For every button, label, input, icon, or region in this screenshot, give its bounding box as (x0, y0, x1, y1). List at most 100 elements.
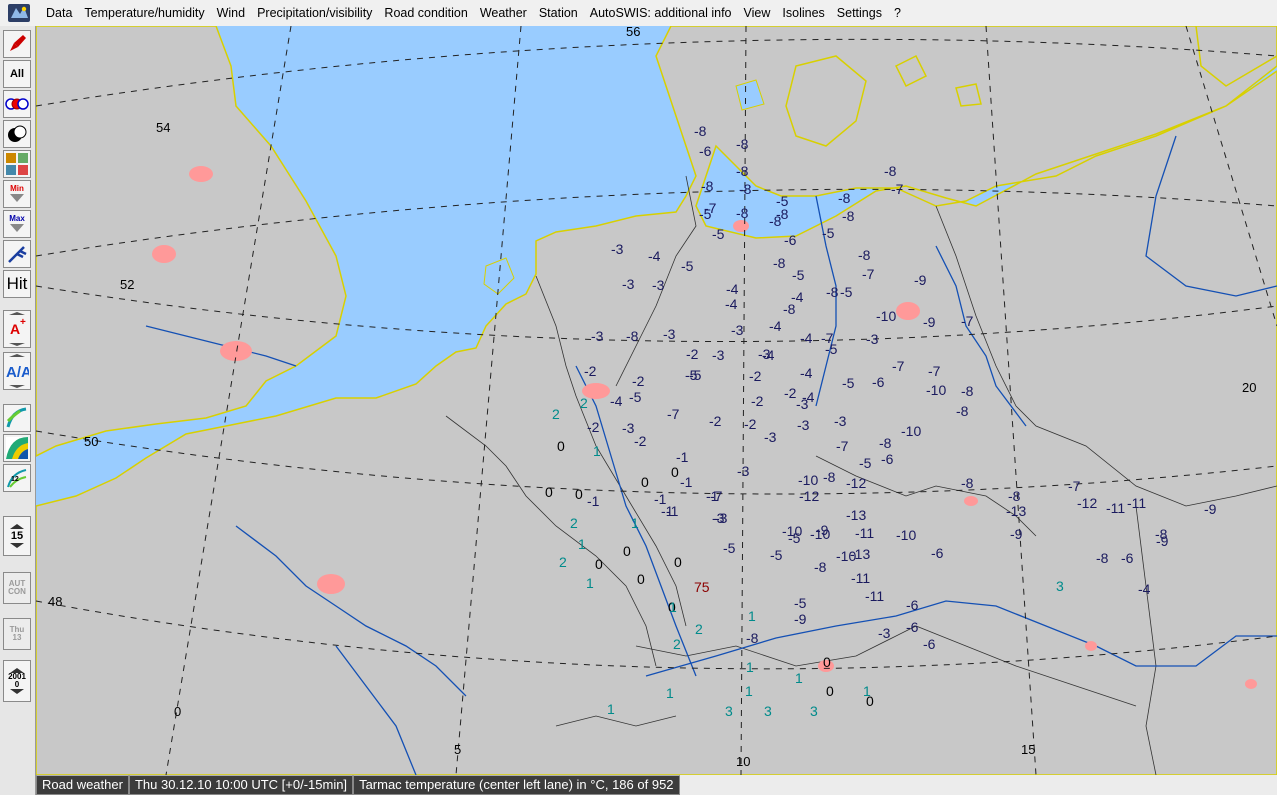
station-value[interactable]: -7 (1068, 478, 1081, 494)
minimum-button[interactable]: Min (3, 180, 31, 208)
labeled-isolines-button[interactable]: 12 (3, 464, 31, 492)
station-value[interactable]: 1 (745, 683, 753, 699)
station-value[interactable]: 0 (557, 438, 565, 454)
station-value[interactable]: -8 (1096, 550, 1109, 566)
station-value[interactable]: -8 (736, 136, 749, 152)
station-value[interactable]: -3 (611, 241, 624, 257)
station-value[interactable]: -2 (744, 416, 757, 432)
station-value[interactable]: -8 (736, 163, 749, 179)
station-value[interactable]: -10 (836, 548, 856, 564)
station-value[interactable]: -1 (587, 493, 600, 509)
station-value[interactable]: -4 (800, 365, 813, 381)
station-value[interactable]: -5 (689, 367, 702, 383)
station-value[interactable]: -8 (858, 247, 871, 263)
station-value[interactable]: -8 (1155, 526, 1168, 542)
station-value[interactable]: -5 (825, 341, 838, 357)
station-value[interactable]: -5 (840, 284, 853, 300)
station-value[interactable]: -2 (584, 363, 597, 379)
station-value[interactable]: -6 (1121, 550, 1134, 566)
station-value[interactable]: 1 (607, 701, 615, 717)
station-value[interactable]: -7 (710, 488, 723, 504)
station-value[interactable]: 2 (559, 554, 567, 570)
station-value[interactable]: -3 (715, 510, 728, 526)
station-value[interactable]: 1 (586, 575, 594, 591)
station-value[interactable]: -10 (901, 423, 921, 439)
station-value[interactable]: 1 (795, 670, 803, 686)
station-value[interactable]: -5 (842, 375, 855, 391)
station-value[interactable]: 3 (810, 703, 818, 719)
station-value[interactable]: -3 (866, 331, 879, 347)
station-value[interactable]: -3 (878, 625, 891, 641)
station-value[interactable]: -8 (826, 284, 839, 300)
menu-settings[interactable]: Settings (831, 6, 888, 20)
station-value[interactable]: -10 (896, 527, 916, 543)
menu-weather[interactable]: Weather (474, 6, 533, 20)
station-value[interactable]: -12 (799, 488, 819, 504)
station-value[interactable]: -3 (663, 326, 676, 342)
station-value[interactable]: -2 (751, 393, 764, 409)
menu-view[interactable]: View (738, 6, 777, 20)
year-selector[interactable]: 2001 0 (3, 660, 31, 702)
station-value[interactable]: -12 (1077, 495, 1097, 511)
station-value[interactable]: 0 (674, 554, 682, 570)
station-value[interactable]: -2 (709, 413, 722, 429)
station-value[interactable]: -3 (796, 396, 809, 412)
station-value[interactable]: -9 (1204, 501, 1217, 517)
station-value[interactable]: -8 (961, 475, 974, 491)
station-value[interactable]: -3 (652, 277, 665, 293)
station-value[interactable]: -6 (784, 232, 797, 248)
pen-tool-button[interactable] (3, 30, 31, 58)
station-value[interactable]: 1 (631, 515, 639, 531)
isolines-map-button[interactable] (3, 404, 31, 432)
station-value[interactable]: -5 (792, 267, 805, 283)
shaded-map-button[interactable] (3, 434, 31, 462)
station-value[interactable]: -4 (769, 318, 782, 334)
station-value[interactable]: -7 (836, 438, 849, 454)
station-value[interactable]: -3 (834, 413, 847, 429)
station-value[interactable]: -9 (914, 272, 927, 288)
station-value[interactable]: -6 (699, 143, 712, 159)
station-value[interactable]: -2 (632, 373, 645, 389)
station-value[interactable]: 1 (748, 608, 756, 624)
station-value[interactable]: 1 (746, 659, 754, 675)
station-value[interactable]: -13 (1006, 503, 1026, 519)
station-value[interactable]: -11 (1106, 500, 1125, 516)
station-value[interactable]: -8 (773, 255, 786, 271)
station-value[interactable]: -5 (822, 225, 835, 241)
station-value[interactable]: -2 (749, 368, 762, 384)
station-value[interactable]: -10 (810, 526, 830, 542)
station-value[interactable]: -8 (838, 190, 851, 206)
station-value[interactable]: 0 (641, 474, 649, 490)
time-step-selector[interactable]: 15 (3, 516, 31, 556)
station-value[interactable]: -8 (842, 208, 855, 224)
station-value[interactable]: 2 (695, 621, 703, 637)
station-value[interactable]: -4 (762, 347, 775, 363)
app-logo-icon[interactable] (6, 2, 32, 24)
station-value[interactable]: -12 (846, 475, 866, 491)
station-value[interactable]: -2 (784, 385, 797, 401)
station-value[interactable]: -8 (814, 559, 827, 575)
station-value[interactable]: -4 (726, 281, 739, 297)
station-value[interactable]: -11 (865, 588, 884, 604)
station-value[interactable]: 2 (552, 406, 560, 422)
station-value[interactable]: 2 (570, 515, 578, 531)
station-value[interactable]: 0 (623, 543, 631, 559)
station-value[interactable]: -8 (769, 213, 782, 229)
station-value[interactable]: -3 (731, 322, 744, 338)
station-value[interactable]: -3 (622, 276, 635, 292)
station-value[interactable]: -4 (610, 393, 623, 409)
station-value[interactable]: -8 (746, 630, 759, 646)
station-value[interactable]: -13 (846, 507, 866, 523)
station-value[interactable]: -8 (1008, 488, 1021, 504)
menu-wind[interactable]: Wind (211, 6, 251, 20)
contrast-button[interactable] (3, 120, 31, 148)
station-value[interactable]: -5 (681, 258, 694, 274)
station-value[interactable]: -5 (794, 595, 807, 611)
menu-help[interactable]: ? (888, 6, 907, 20)
station-value[interactable]: -4 (1138, 581, 1151, 597)
station-value[interactable]: -10 (876, 308, 896, 324)
station-value[interactable]: -8 (739, 181, 752, 197)
station-value[interactable]: -7 (892, 358, 905, 374)
station-value[interactable]: -7 (961, 313, 974, 329)
station-value[interactable]: -6 (906, 619, 919, 635)
